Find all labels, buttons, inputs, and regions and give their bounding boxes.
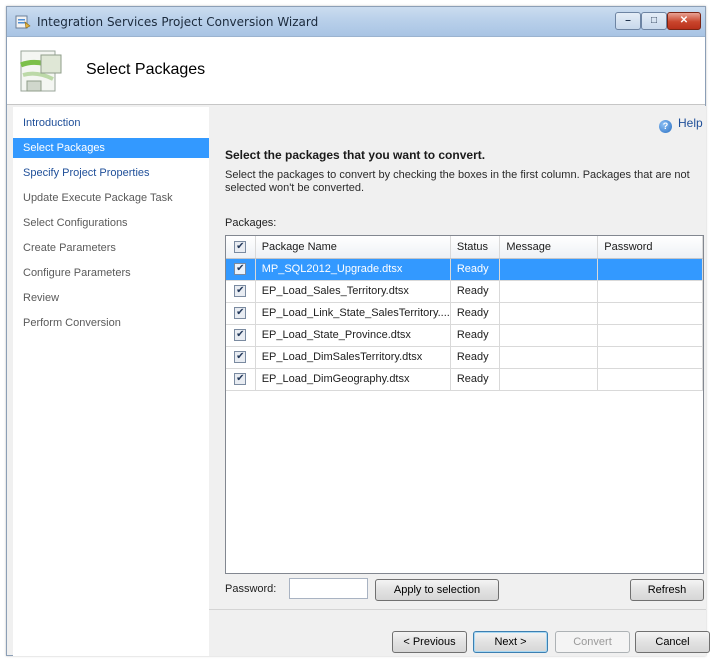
packages-grid: ✔ Package Name Status Message Password ✔… [225, 235, 704, 574]
column-password[interactable]: Password [597, 236, 703, 259]
column-package-name[interactable]: Package Name [255, 236, 451, 259]
nav-item-review: Review [23, 292, 60, 304]
nav-item-introduction[interactable]: Introduction [13, 113, 209, 133]
section-heading: Select the packages that you want to con… [225, 148, 486, 162]
nav-item-select-configurations: Select Configurations [23, 217, 128, 229]
maximize-button[interactable]: □ [641, 12, 667, 30]
message-cell [499, 346, 599, 369]
row-checkbox[interactable]: ✔ [234, 373, 247, 386]
table-row[interactable]: ✔ MP_SQL2012_Upgrade.dtsx Ready [226, 258, 703, 281]
status-cell: Ready [450, 280, 501, 303]
select-all-header[interactable]: ✔ [226, 236, 256, 259]
cancel-button[interactable]: Cancel [635, 631, 710, 653]
window-title: Integration Services Project Conversion … [37, 15, 319, 29]
help-label: Help [678, 116, 703, 130]
close-icon: ✕ [679, 15, 689, 26]
message-cell [499, 280, 599, 303]
footer-divider [209, 609, 706, 610]
password-cell[interactable] [597, 302, 703, 325]
message-cell [499, 324, 599, 347]
nav-item-create-parameters: Create Parameters [23, 242, 116, 254]
message-cell [499, 302, 599, 325]
password-cell[interactable] [597, 280, 703, 303]
table-row[interactable]: ✔ EP_Load_Link_State_SalesTerritory.... … [226, 302, 703, 325]
nav-item-specify-project-properties[interactable]: Specify Project Properties [13, 163, 209, 183]
package-name-cell: EP_Load_DimGeography.dtsx [255, 368, 451, 391]
table-row[interactable]: ✔ EP_Load_Sales_Territory.dtsx Ready [226, 280, 703, 303]
status-cell: Ready [450, 258, 501, 281]
previous-button[interactable]: < Previous [392, 631, 467, 653]
password-input[interactable] [289, 578, 368, 599]
package-name-cell: EP_Load_DimSalesTerritory.dtsx [255, 346, 451, 369]
table-header-row: ✔ Package Name Status Message Password [226, 236, 703, 259]
password-cell[interactable] [597, 324, 703, 347]
packages-label: Packages: [225, 217, 277, 229]
wizard-window: Integration Services Project Conversion … [6, 6, 710, 656]
package-name-cell: EP_Load_State_Province.dtsx [255, 324, 451, 347]
package-name-cell: EP_Load_Sales_Territory.dtsx [255, 280, 451, 303]
column-status[interactable]: Status [450, 236, 501, 259]
wizard-nav: Introduction Select Packages Specify Pro… [13, 107, 209, 656]
column-message[interactable]: Message [499, 236, 599, 259]
nav-item-select-packages[interactable]: Select Packages [13, 138, 209, 158]
row-checkbox[interactable]: ✔ [234, 307, 247, 320]
status-cell: Ready [450, 368, 501, 391]
nav-item-update-execute-package-task: Update Execute Package Task [23, 192, 173, 204]
help-link[interactable]: ? Help [659, 116, 703, 133]
page-header: Select Packages [7, 37, 705, 105]
next-button[interactable]: Next > [473, 631, 548, 653]
select-all-checkbox[interactable]: ✔ [234, 240, 247, 253]
wizard-package-icon [20, 50, 62, 92]
row-checkbox[interactable]: ✔ [234, 263, 247, 276]
row-checkbox[interactable]: ✔ [234, 329, 247, 342]
table-row[interactable]: ✔ EP_Load_DimSalesTerritory.dtsx Ready [226, 346, 703, 369]
title-bar: Integration Services Project Conversion … [7, 7, 705, 37]
help-icon: ? [659, 120, 672, 133]
page-title: Select Packages [86, 61, 206, 78]
content-panel: ? Help Select the packages that you want … [209, 106, 710, 656]
status-cell: Ready [450, 302, 501, 325]
apply-to-selection-button[interactable]: Apply to selection [375, 579, 499, 601]
integration-services-icon [15, 15, 31, 29]
table-row[interactable]: ✔ EP_Load_State_Province.dtsx Ready [226, 324, 703, 347]
nav-item-perform-conversion: Perform Conversion [23, 317, 121, 329]
row-checkbox[interactable]: ✔ [234, 285, 247, 298]
convert-button: Convert [555, 631, 630, 653]
row-checkbox[interactable]: ✔ [234, 351, 247, 364]
package-name-cell: EP_Load_Link_State_SalesTerritory.... [255, 302, 451, 325]
password-label: Password: [225, 583, 277, 595]
minimize-button[interactable]: – [615, 12, 641, 30]
status-cell: Ready [450, 346, 501, 369]
password-cell[interactable] [597, 368, 703, 391]
close-button[interactable]: ✕ [667, 12, 701, 30]
maximize-icon: □ [650, 15, 658, 26]
section-description: Select the packages to convert by checki… [225, 169, 690, 194]
package-name-cell: MP_SQL2012_Upgrade.dtsx [255, 258, 451, 281]
password-cell[interactable] [597, 258, 703, 281]
refresh-button[interactable]: Refresh [630, 579, 704, 601]
table-row[interactable]: ✔ EP_Load_DimGeography.dtsx Ready [226, 368, 703, 391]
status-cell: Ready [450, 324, 501, 347]
packages-table: ✔ Package Name Status Message Password ✔… [226, 236, 703, 391]
message-cell [499, 368, 599, 391]
message-cell [499, 258, 599, 281]
minimize-icon: – [625, 15, 631, 26]
password-cell[interactable] [597, 346, 703, 369]
nav-item-configure-parameters: Configure Parameters [23, 267, 131, 279]
